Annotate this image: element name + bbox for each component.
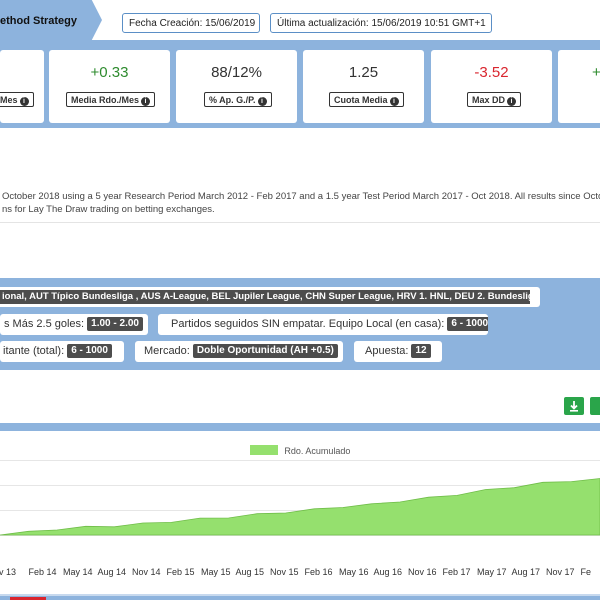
ultima-actualizacion-badge: Última actualización: 15/06/2019 10:51 G… bbox=[270, 13, 492, 33]
stat-label-text: Max DD bbox=[472, 95, 506, 105]
stat-value-aciertos: 88/12% bbox=[211, 64, 262, 81]
filter-mas25: s Más 2.5 goles: 1.00 - 2.00 bbox=[0, 314, 148, 335]
filter-partidos-label: Partidos seguidos SIN empatar. Equipo Lo… bbox=[171, 318, 445, 330]
filter-mercado-value: Doble Oportunidad (AH +0.5) bbox=[192, 344, 338, 358]
stat-value-media-rdo: +0.33 bbox=[90, 64, 129, 81]
stat-value-partial: + bbox=[592, 64, 600, 81]
stat-tile-media-rdo: +0.33 Media Rdo./Mes i bbox=[49, 50, 170, 123]
info-icon[interactable]: i bbox=[257, 97, 267, 106]
stat-tile-max-dd: -3.52 Max DD i bbox=[431, 50, 552, 123]
x-tick-label: Fe bbox=[580, 567, 592, 577]
bottom-divider bbox=[0, 594, 600, 596]
x-tick-label: Nov 15 bbox=[270, 567, 299, 577]
stat-label-media-rdo: Media Rdo./Mes i bbox=[66, 92, 156, 107]
x-tick-label: Aug 14 bbox=[97, 567, 127, 577]
stat-label-max-dd: Max DD i bbox=[467, 92, 522, 107]
x-tick-label: Feb 16 bbox=[304, 567, 333, 577]
legend-label: Rdo. Acumulado bbox=[284, 446, 351, 456]
stat-label-text: Cuota Media bbox=[334, 95, 388, 105]
info-icon[interactable]: i bbox=[389, 97, 399, 106]
stat-label-mes: Mes i bbox=[0, 92, 34, 107]
stat-value-cuota-media: 1.25 bbox=[348, 64, 379, 81]
x-tick-label: Feb 14 bbox=[28, 567, 57, 577]
download-icon bbox=[570, 401, 578, 412]
x-tick-label: May 14 bbox=[63, 567, 93, 577]
chart-toolbar bbox=[0, 383, 600, 423]
x-tick-label: ov 13 bbox=[0, 567, 17, 577]
stat-tile-cuota-media: 1.25 Cuota Media i bbox=[303, 50, 424, 123]
info-icon[interactable]: i bbox=[19, 97, 29, 106]
filter-mercado-label: Mercado: bbox=[144, 345, 190, 357]
x-tick-label: Nov 14 bbox=[132, 567, 161, 577]
filter-partidos-value: 6 - 1000 bbox=[447, 317, 488, 331]
x-tick-label: Aug 17 bbox=[511, 567, 541, 577]
filter-mas25-value: 1.00 - 2.00 bbox=[87, 317, 143, 331]
stat-tile-mes: Mes i bbox=[0, 50, 44, 123]
x-tick-label: Feb 15 bbox=[166, 567, 195, 577]
info-icon[interactable]: i bbox=[507, 97, 517, 106]
strategy-title: ethod Strategy bbox=[0, 15, 78, 27]
area-chart bbox=[0, 460, 600, 536]
filter-visitante-label: itante (total): bbox=[3, 345, 65, 357]
x-tick-label: Aug 15 bbox=[235, 567, 265, 577]
x-tick-label: Nov 16 bbox=[408, 567, 437, 577]
description-line-2: ns for Lay The Draw trading on betting e… bbox=[2, 204, 215, 215]
stat-label-text: Mes bbox=[0, 95, 18, 105]
x-tick-label: May 15 bbox=[201, 567, 231, 577]
filter-visitante-value: 6 - 1000 bbox=[67, 344, 112, 358]
legend-swatch bbox=[250, 445, 278, 455]
filter-apuesta: Apuesta: 12 bbox=[354, 341, 442, 362]
stat-label-text: % Ap. G./P. bbox=[209, 95, 256, 105]
stat-label-aciertos: % Ap. G./P. i bbox=[204, 92, 272, 107]
stat-label-text: Media Rdo./Mes bbox=[71, 95, 140, 105]
download-button[interactable] bbox=[564, 397, 584, 415]
fecha-creacion-badge: Fecha Creación: 15/06/2019 bbox=[122, 13, 260, 33]
filter-mercado: Mercado: Doble Oportunidad (AH +0.5) bbox=[135, 341, 343, 362]
x-tick-label: Aug 16 bbox=[373, 567, 403, 577]
filter-visitante: itante (total): 6 - 1000 bbox=[0, 341, 124, 362]
description-line-1: October 2018 using a 5 year Research Per… bbox=[2, 191, 600, 202]
filter-apuesta-label: Apuesta: bbox=[365, 345, 409, 357]
stat-tile-aciertos: 88/12% % Ap. G./P. i bbox=[176, 50, 297, 123]
filter-mas25-label: s Más 2.5 goles: bbox=[4, 318, 85, 330]
info-icon[interactable]: i bbox=[141, 97, 151, 106]
filter-apuesta-value: 12 bbox=[411, 344, 431, 358]
x-tick-label: May 17 bbox=[477, 567, 507, 577]
description-box bbox=[0, 182, 600, 223]
export-button[interactable] bbox=[590, 397, 600, 415]
rdo-acumulado-area bbox=[0, 478, 600, 536]
x-tick-label: Nov 17 bbox=[546, 567, 575, 577]
stat-label-cuota-media: Cuota Media i bbox=[329, 92, 404, 107]
filter-partidos: Partidos seguidos SIN empatar. Equipo Lo… bbox=[158, 314, 488, 335]
x-tick-label: Feb 17 bbox=[442, 567, 471, 577]
chart-legend: Rdo. Acumulado bbox=[250, 443, 351, 456]
leagues-value: ional, AUT Típico Bundesliga , AUS A-Lea… bbox=[0, 290, 530, 304]
stat-tile-partial: + bbox=[558, 50, 600, 123]
x-tick-label: May 16 bbox=[339, 567, 369, 577]
stat-value-max-dd: -3.52 bbox=[474, 64, 509, 81]
